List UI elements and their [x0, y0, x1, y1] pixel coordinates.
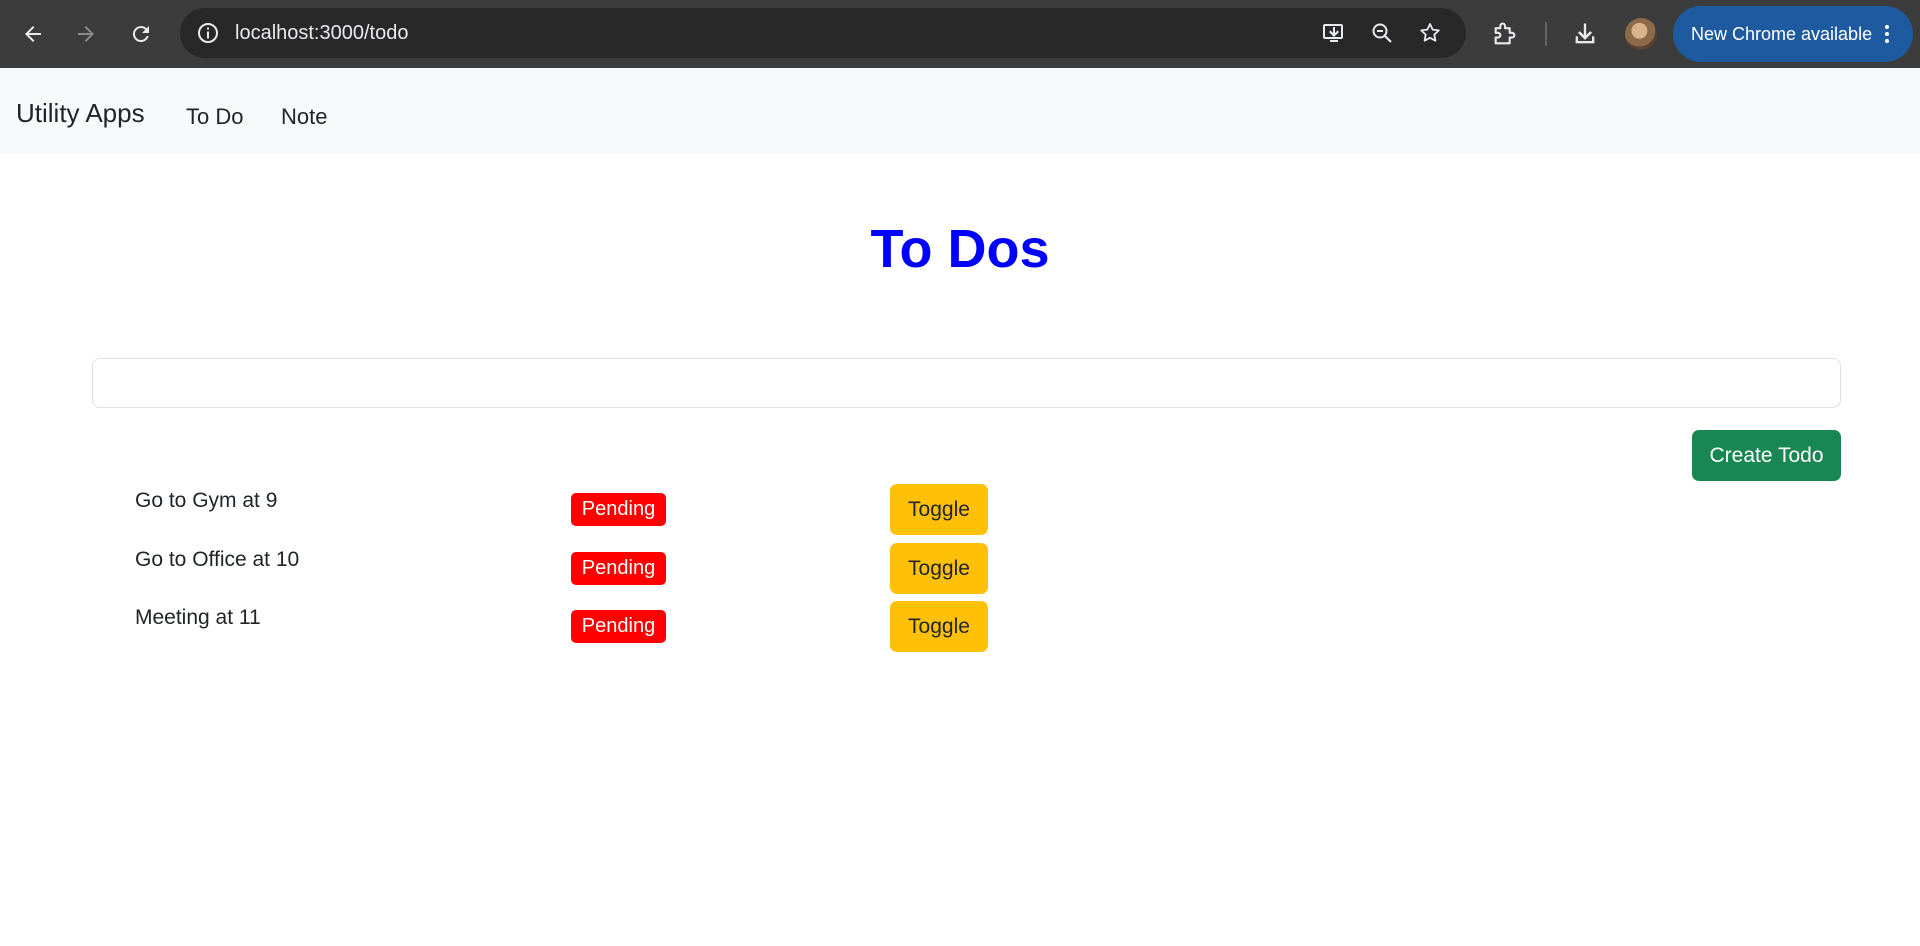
puzzle-icon[interactable] [1491, 20, 1519, 48]
navbar-brand[interactable]: Utility Apps [16, 68, 145, 154]
nav-link-note[interactable]: Note [281, 68, 327, 154]
todo-title: Go to Gym at 9 [135, 489, 278, 512]
toolbar-divider [1545, 22, 1547, 46]
star-icon[interactable] [1418, 21, 1442, 45]
status-badge: Pending [571, 610, 666, 643]
toggle-button[interactable]: Toggle [890, 543, 988, 594]
reload-button[interactable] [121, 14, 161, 54]
profile-avatar[interactable] [1625, 18, 1657, 50]
update-chrome-button[interactable]: New Chrome available [1673, 6, 1913, 62]
todo-item: Go to Gym at 9 Pending Toggle [0, 484, 1920, 536]
info-icon[interactable] [196, 21, 220, 45]
todo-item: Go to Office at 10 Pending Toggle [0, 543, 1920, 595]
install-app-icon[interactable] [1322, 21, 1346, 45]
status-badge: Pending [571, 552, 666, 585]
todo-title: Meeting at 11 [135, 606, 261, 629]
kebab-menu-icon[interactable] [1875, 22, 1899, 46]
app-navbar: Utility Apps To Do Note [0, 68, 1920, 154]
todo-title: Go to Office at 10 [135, 548, 300, 571]
arrow-right-icon [78, 26, 94, 42]
reload-icon [132, 26, 149, 43]
back-button[interactable] [13, 14, 53, 54]
todo-input[interactable] [92, 358, 1841, 408]
arrow-left-icon [25, 26, 41, 42]
toggle-button[interactable]: Toggle [890, 484, 988, 535]
toggle-button[interactable]: Toggle [890, 601, 988, 652]
update-chrome-label: New Chrome available [1691, 24, 1873, 44]
zoom-out-icon[interactable] [1370, 21, 1394, 45]
forward-button[interactable] [66, 14, 106, 54]
nav-link-todo[interactable]: To Do [186, 68, 243, 154]
download-icon[interactable] [1571, 20, 1599, 48]
url-text[interactable]: localhost:3000/todo [235, 8, 408, 58]
todo-item: Meeting at 11 Pending Toggle [0, 601, 1920, 653]
create-todo-button[interactable]: Create Todo [1692, 430, 1841, 481]
page-title: To Dos [870, 219, 1050, 279]
browser-toolbar: localhost:3000/todo New Chrome available [0, 0, 1920, 68]
status-badge: Pending [571, 493, 666, 526]
address-bar[interactable]: localhost:3000/todo [180, 8, 1466, 58]
